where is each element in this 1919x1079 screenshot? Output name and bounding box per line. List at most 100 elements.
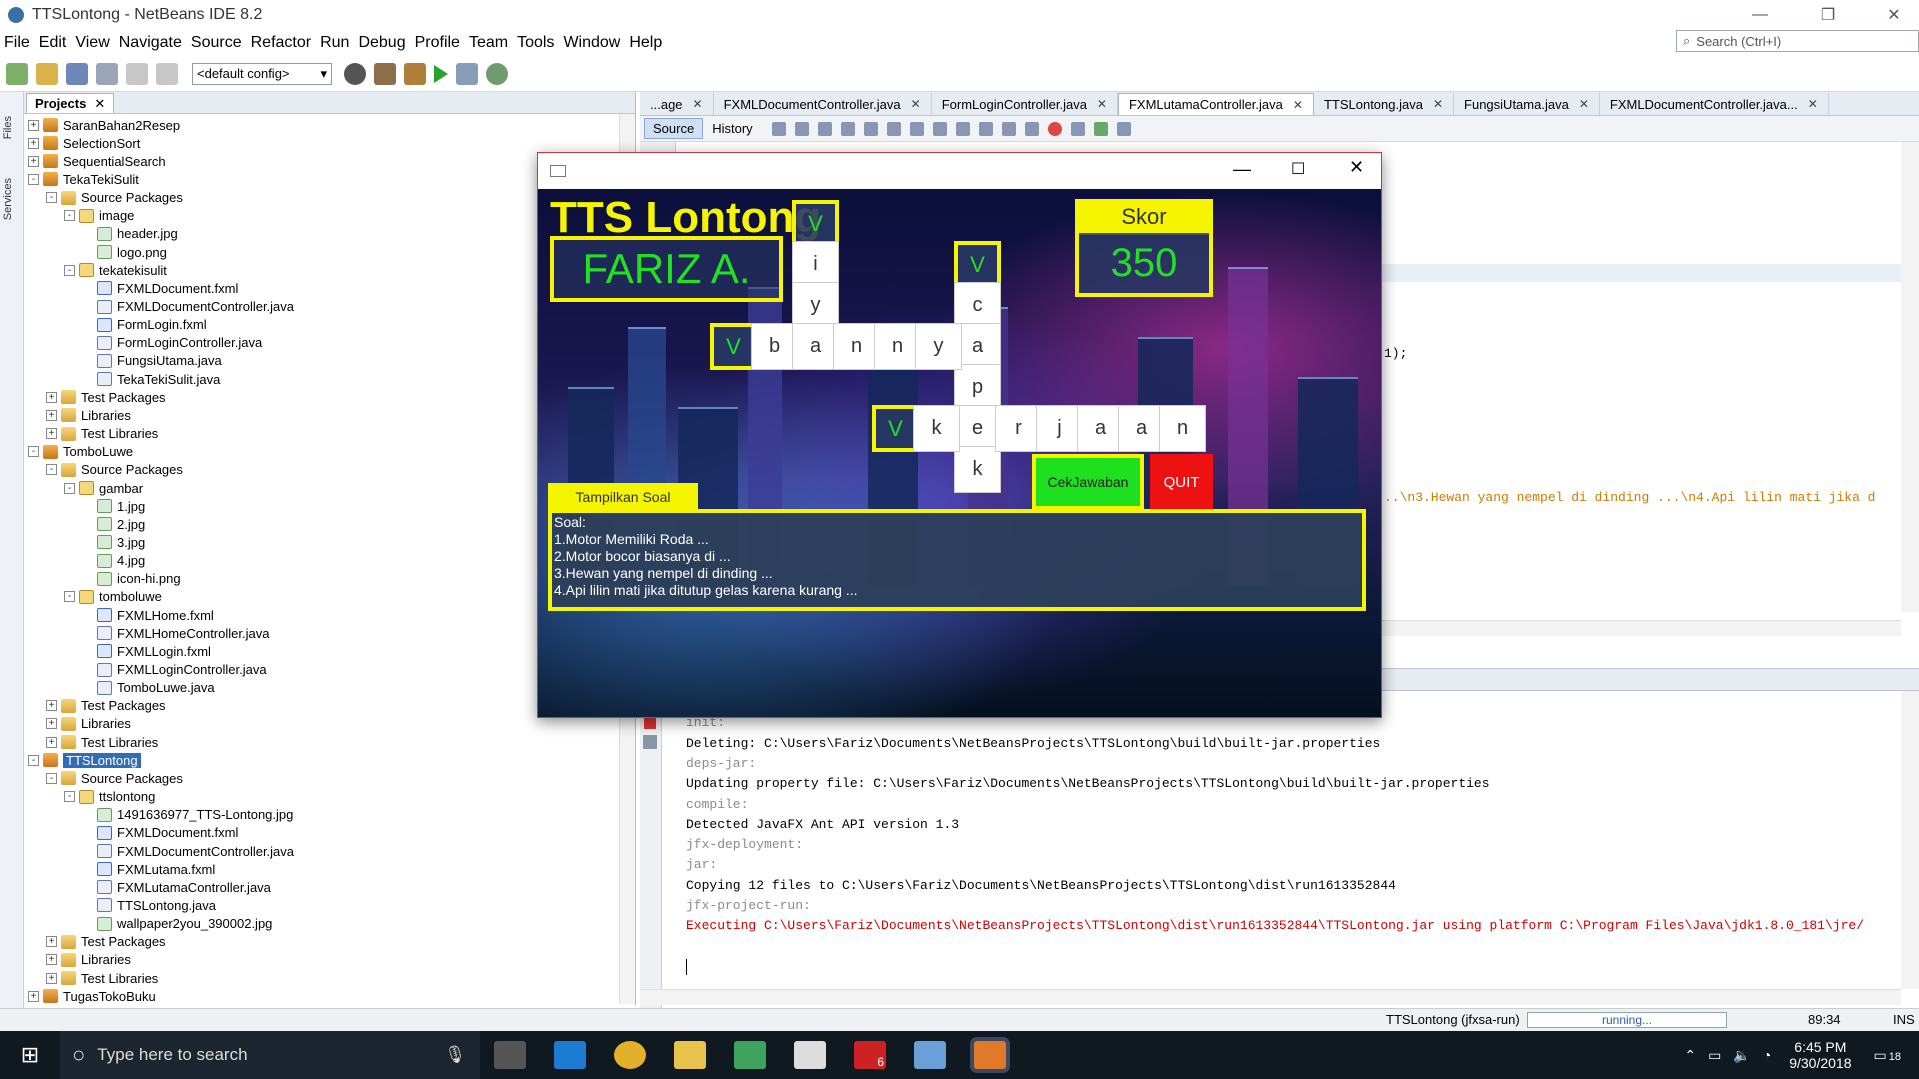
new-project-icon[interactable] <box>36 62 58 85</box>
menu-edit[interactable]: Edit <box>39 34 67 52</box>
undo-icon[interactable] <box>126 62 148 85</box>
source-tab[interactable]: Source <box>644 118 704 139</box>
tree-node[interactable]: + Test Packages <box>46 933 166 951</box>
tree-node[interactable]: + Test Libraries <box>46 733 158 751</box>
editor-tab[interactable]: FungsiUtama.java ✕ <box>1454 93 1600 115</box>
tree-node[interactable]: + SelectionSort <box>28 134 140 152</box>
letter-cell[interactable]: y <box>915 323 962 370</box>
letter-cell[interactable]: a <box>792 323 839 370</box>
editor-tab[interactable]: ...age ✕ <box>640 93 714 115</box>
tree-node[interactable]: FXMLutama.fxml <box>82 860 215 878</box>
shift-left-icon[interactable] <box>1001 121 1016 136</box>
editor-tab[interactable]: FXMLDocumentController.java... ✕ <box>1600 93 1829 115</box>
collapse-icon[interactable]: - <box>28 173 39 185</box>
menu-window[interactable]: Window <box>563 34 620 52</box>
menu-file[interactable]: File <box>4 34 30 52</box>
editor-tab[interactable]: TTSLontong.java ✕ <box>1314 93 1455 115</box>
close-icon[interactable]: ✕ <box>94 96 105 112</box>
close-icon[interactable]: ✕ <box>1293 98 1303 112</box>
history-tab[interactable]: History <box>703 118 761 139</box>
close-icon[interactable]: ✕ <box>1097 97 1107 111</box>
store-icon[interactable] <box>734 1041 766 1069</box>
letter-cell[interactable]: a <box>1118 405 1165 452</box>
tree-node[interactable]: - tekatekisulit <box>64 261 167 279</box>
menu-run[interactable]: Run <box>320 34 349 52</box>
tree-node[interactable]: FXMLDocument.fxml <box>82 279 238 297</box>
tree-node[interactable]: - TTSLontong <box>28 751 141 769</box>
tree-node[interactable]: + Libraries <box>46 406 131 424</box>
tree-node[interactable]: FXMLHome.fxml <box>82 606 214 624</box>
file-explorer-icon[interactable] <box>674 1041 706 1069</box>
tree-node[interactable]: + Libraries <box>46 715 131 733</box>
collapse-icon[interactable]: - <box>64 210 75 222</box>
back-icon[interactable] <box>794 121 809 136</box>
tree-node[interactable]: - TomboLuwe <box>28 443 133 461</box>
mail-icon[interactable] <box>794 1041 826 1069</box>
menu-tools[interactable]: Tools <box>517 34 554 52</box>
app-icon-badged[interactable]: 6 <box>854 1041 886 1069</box>
letter-cell[interactable]: a <box>1077 405 1124 452</box>
tree-node[interactable]: FXMLLogin.fxml <box>82 642 211 660</box>
tree-node[interactable]: FXMLDocumentController.java <box>82 842 294 860</box>
letter-cell[interactable]: k <box>913 405 960 452</box>
tree-node[interactable]: + TugasTokoBuku <box>28 987 156 1004</box>
java-app-icon[interactable] <box>974 1041 1006 1069</box>
close-button[interactable]: ✕ <box>1871 0 1917 30</box>
uncomment-icon[interactable] <box>1116 121 1131 136</box>
tree-node[interactable]: 1.jpg <box>82 497 145 515</box>
expand-icon[interactable]: + <box>28 155 39 167</box>
forward-icon[interactable] <box>817 121 832 136</box>
debug-icon[interactable] <box>456 62 478 85</box>
new-file-icon[interactable] <box>6 62 28 85</box>
collapse-icon[interactable]: - <box>28 446 39 458</box>
tree-node[interactable]: FXMLHomeController.java <box>82 624 269 642</box>
menu-debug[interactable]: Debug <box>358 34 405 52</box>
tree-node[interactable]: + Test Packages <box>46 388 166 406</box>
build-icon[interactable] <box>374 62 396 85</box>
tree-node[interactable]: TomboLuwe.java <box>82 679 215 697</box>
last-edit-icon[interactable] <box>771 121 786 136</box>
collapse-icon[interactable]: - <box>64 482 75 494</box>
menu-source[interactable]: Source <box>191 34 242 52</box>
run-icon[interactable] <box>434 64 448 83</box>
tree-node[interactable]: header.jpg <box>82 225 178 243</box>
letter-cell[interactable]: e <box>954 405 1001 452</box>
menu-view[interactable]: View <box>75 34 109 52</box>
expand-icon[interactable]: + <box>28 137 39 149</box>
globe-icon[interactable] <box>344 62 366 85</box>
tree-node[interactable]: - Source Packages <box>46 189 183 207</box>
files-side-tab[interactable]: Files <box>2 116 22 139</box>
output-horizontal-scrollbar[interactable] <box>640 989 1901 1005</box>
battery-icon[interactable]: ▭ <box>1708 1047 1721 1064</box>
tree-node[interactable]: FXMLutamaController.java <box>82 878 271 896</box>
tree-node[interactable]: + Test Libraries <box>46 969 158 987</box>
tree-node[interactable]: wallpaper2you_390002.jpg <box>82 915 272 933</box>
stop-icon[interactable] <box>644 717 656 729</box>
letter-cell[interactable]: n <box>1159 405 1206 452</box>
volume-icon[interactable]: 🔈 <box>1733 1047 1750 1064</box>
expand-icon[interactable]: + <box>28 119 39 131</box>
tree-node[interactable]: 2.jpg <box>82 515 145 533</box>
menu-team[interactable]: Team <box>469 34 508 52</box>
notification-icon[interactable]: ▭ 18 <box>1874 1047 1901 1064</box>
tree-node[interactable]: - ttslontong <box>64 788 155 806</box>
toggle-highlight-icon[interactable] <box>909 121 924 136</box>
tree-node[interactable]: FXMLDocument.fxml <box>82 824 238 842</box>
letter-cell[interactable]: p <box>954 364 1001 411</box>
editor-vertical-scrollbar[interactable] <box>1901 142 1919 612</box>
app-close-button[interactable]: ✕ <box>1349 157 1364 178</box>
tree-node[interactable]: - Source Packages <box>46 769 183 787</box>
letter-cell[interactable]: n <box>833 323 880 370</box>
tree-node[interactable]: - image <box>64 207 134 225</box>
collapse-icon[interactable]: - <box>64 791 75 803</box>
output-vertical-scrollbar[interactable] <box>1901 691 1919 989</box>
letter-cell[interactable]: c <box>954 282 1001 329</box>
next-bookmark-icon[interactable] <box>955 121 970 136</box>
tree-node[interactable]: TTSLontong.java <box>82 896 216 914</box>
menu-refactor[interactable]: Refactor <box>251 34 311 52</box>
tree-node[interactable]: - tomboluwe <box>64 588 162 606</box>
letter-cell[interactable]: i <box>792 241 839 288</box>
expand-icon[interactable]: + <box>46 409 57 421</box>
letter-cell[interactable]: k <box>954 446 1001 493</box>
close-icon[interactable]: ✕ <box>693 97 703 111</box>
